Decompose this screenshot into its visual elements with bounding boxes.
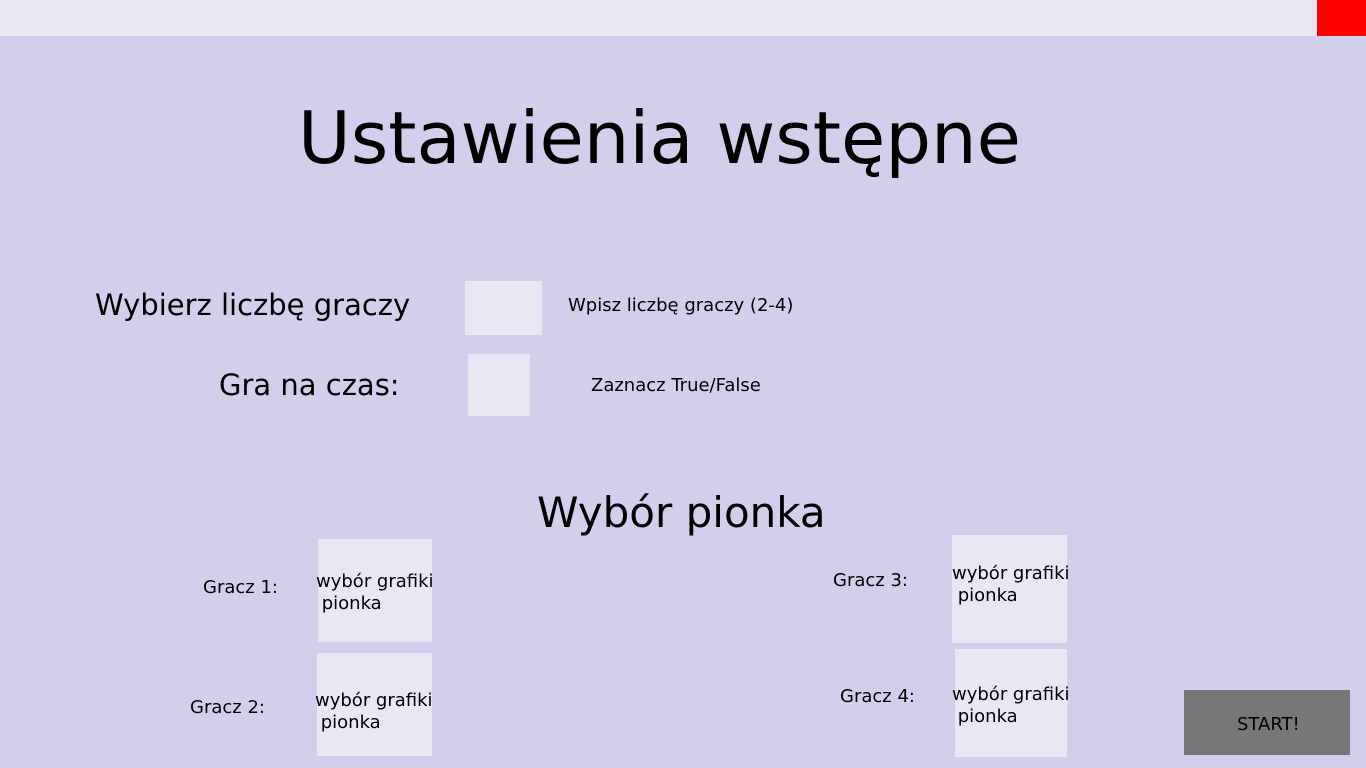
start-button[interactable]: START! (1184, 690, 1350, 755)
close-button[interactable] (1317, 0, 1366, 36)
settings-screen: Ustawienia wstępne Wybierz liczbę graczy… (0, 0, 1366, 768)
player-3-label: Gracz 3: (833, 570, 908, 591)
player-2-label: Gracz 2: (190, 697, 265, 718)
player-4-pawn-text-line2: pionka (952, 706, 1018, 727)
timed-game-label: Gra na czas: (219, 368, 400, 402)
player-1-pawn-picker[interactable]: wybór grafiki pionka (316, 539, 434, 642)
players-count-hint: Wpisz liczbę graczy (2-4) (568, 295, 794, 316)
player-3-pawn-text-line1: wybór grafiki (952, 563, 1070, 584)
start-button-label: START! (1237, 714, 1300, 735)
pawn-section-title: Wybór pionka (537, 488, 826, 537)
player-2-pawn-text-line2: pionka (315, 712, 381, 733)
player-4-label: Gracz 4: (840, 686, 915, 707)
player-2-pawn-text-line1: wybór grafiki (315, 690, 433, 711)
player-1-pawn-text-line2: pionka (316, 593, 382, 614)
timed-game-hint: Zaznacz True/False (591, 375, 761, 396)
player-1-pawn-text-line1: wybór grafiki (316, 571, 434, 592)
timed-game-input[interactable] (468, 354, 530, 416)
player-2-pawn-picker[interactable]: wybór grafiki pionka (315, 653, 433, 756)
player-4-pawn-text-line1: wybór grafiki (952, 684, 1070, 705)
players-count-input[interactable] (465, 281, 542, 335)
player-3-pawn-text-line2: pionka (952, 585, 1018, 606)
title-bar (0, 0, 1366, 36)
players-count-label: Wybierz liczbę graczy (95, 288, 411, 322)
page-title: Ustawienia wstępne (298, 96, 1021, 180)
player-1-label: Gracz 1: (203, 577, 278, 598)
player-4-pawn-picker[interactable]: wybór grafiki pionka (952, 649, 1070, 757)
player-3-pawn-picker[interactable]: wybór grafiki pionka (952, 535, 1070, 643)
